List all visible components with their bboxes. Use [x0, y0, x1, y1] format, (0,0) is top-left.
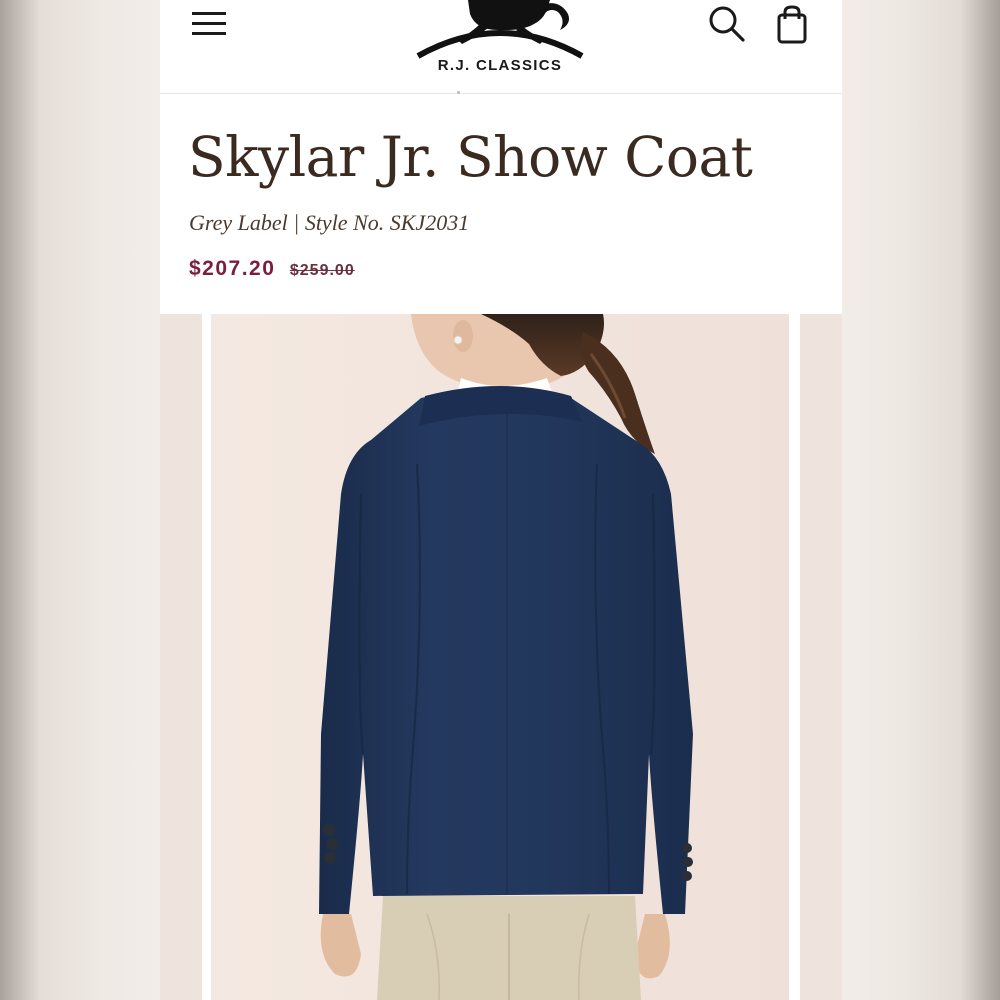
background-right	[840, 0, 1000, 1000]
background-left	[0, 0, 160, 1000]
previous-image-peek[interactable]	[160, 314, 202, 1000]
price-row: $207.20 $259.00	[189, 257, 355, 281]
hamburger-menu-icon[interactable]	[190, 10, 228, 38]
product-title: Skylar Jr. Show Coat	[188, 125, 753, 189]
original-price: $259.00	[289, 262, 355, 279]
brand-name: R.J. CLASSICS	[437, 57, 563, 74]
search-icon[interactable]	[708, 4, 746, 42]
product-subtitle: Grey Label | Style No. SKJ2031	[189, 210, 470, 235]
brand-logo[interactable]: R.J. CLASSICS	[410, 0, 590, 80]
shopping-bag-icon[interactable]	[774, 4, 810, 44]
product-image-carousel[interactable]	[160, 314, 842, 1000]
site-header: R.J. CLASSICS	[160, 0, 842, 94]
carousel-indicator	[457, 91, 460, 94]
mobile-page: R.J. CLASSICS Skylar Jr. Show Coat Grey …	[160, 0, 842, 1000]
sale-price: $207.20	[189, 257, 276, 280]
product-photo[interactable]	[211, 314, 789, 1000]
model-wearing-coat-illustration	[211, 314, 789, 1000]
next-image-peek[interactable]	[800, 314, 842, 1000]
horse-logo-icon	[416, 0, 584, 59]
